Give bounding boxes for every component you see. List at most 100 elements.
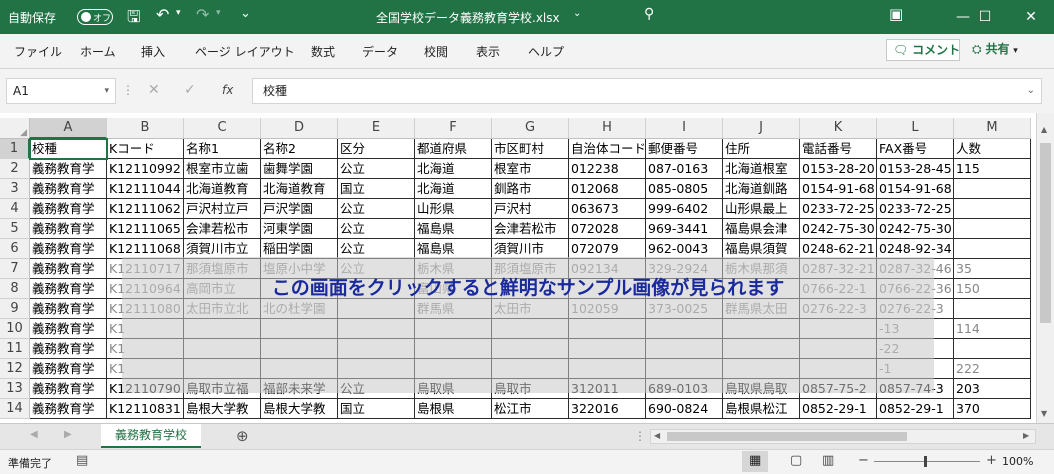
cell[interactable]: 戸沢村立戸 [184, 199, 261, 219]
row-header[interactable]: 12 [0, 359, 30, 379]
cell[interactable]: 義務教育学 [30, 299, 107, 319]
column-header[interactable]: D [261, 118, 338, 139]
cell[interactable]: 電話番号 [800, 139, 877, 159]
page-layout-view-icon[interactable]: ▢ [790, 453, 802, 468]
cell[interactable]: 義務教育学 [30, 399, 107, 419]
cell[interactable]: 115 [954, 159, 1031, 179]
cell[interactable]: 福島県会津 [723, 219, 800, 239]
cell[interactable]: 0153-28-20 [800, 159, 877, 179]
column-header[interactable]: A [30, 118, 107, 139]
cell[interactable]: 0153-28-45 [877, 159, 954, 179]
save-icon[interactable]: 🖫 [127, 6, 141, 33]
tab-formulas[interactable]: 数式 [311, 43, 335, 60]
cell[interactable]: 0248-92-34 [877, 239, 954, 259]
cell[interactable]: 322016 [569, 399, 646, 419]
comment-button[interactable]: 🗨 コメント [886, 39, 960, 61]
column-header[interactable]: F [415, 118, 492, 139]
cell[interactable]: 222 [954, 359, 1031, 379]
tab-insert[interactable]: 挿入 [141, 43, 165, 60]
row-header[interactable]: 13 [0, 379, 30, 399]
cell[interactable]: 島根県 [415, 399, 492, 419]
select-all-corner[interactable]: ◢ [0, 118, 30, 139]
cell[interactable]: 都道府県 [415, 139, 492, 159]
cell[interactable]: K12111068 [107, 239, 184, 259]
cell[interactable] [954, 339, 1031, 359]
cell[interactable]: 203 [954, 379, 1031, 399]
cell[interactable]: 名称2 [261, 139, 338, 159]
close-button[interactable]: ✕ [1008, 0, 1054, 34]
column-header[interactable]: I [646, 118, 723, 139]
column-header[interactable]: B [107, 118, 184, 139]
cell[interactable]: 名称1 [184, 139, 261, 159]
cell[interactable]: 福島県 [415, 239, 492, 259]
scroll-down-icon[interactable]: ▼ [1041, 409, 1047, 418]
cell[interactable]: 公立 [338, 239, 415, 259]
cell[interactable]: 999-6402 [646, 199, 723, 219]
formula-input[interactable]: 校種 ⌄ [252, 78, 1042, 104]
overlay-message[interactable]: この画面をクリックすると鮮明なサンプル画像が見られます [122, 273, 934, 300]
vertical-scroll-thumb[interactable] [1040, 143, 1051, 323]
cell[interactable]: 012068 [569, 179, 646, 199]
cell[interactable]: 北海道教育 [184, 179, 261, 199]
cell[interactable]: 釧路市 [492, 179, 569, 199]
cell[interactable]: 012238 [569, 159, 646, 179]
cell[interactable]: 072079 [569, 239, 646, 259]
tab-data[interactable]: データ [362, 43, 398, 60]
search-icon[interactable]: ⚲ [644, 6, 654, 22]
column-header[interactable]: C [184, 118, 261, 139]
row-header[interactable]: 4 [0, 199, 30, 219]
cell[interactable]: K12111062 [107, 199, 184, 219]
cell[interactable]: 須賀川市 [492, 239, 569, 259]
next-sheet-icon[interactable]: ▶ [64, 429, 72, 440]
cell[interactable]: 063673 [569, 199, 646, 219]
cell[interactable]: 根室市立歯 [184, 159, 261, 179]
column-header[interactable]: H [569, 118, 646, 139]
expand-formula-icon[interactable]: ⌄ [1027, 79, 1035, 103]
tab-home[interactable]: ホーム [80, 43, 116, 60]
cell[interactable]: 公立 [338, 159, 415, 179]
cell[interactable] [954, 299, 1031, 319]
cell[interactable]: 松江市 [492, 399, 569, 419]
column-header[interactable]: G [492, 118, 569, 139]
cell[interactable]: 島根大学教 [261, 399, 338, 419]
cell[interactable]: 義務教育学 [30, 219, 107, 239]
scroll-right-icon[interactable]: ▶ [1023, 431, 1029, 440]
cell[interactable]: 義務教育学 [30, 259, 107, 279]
cell[interactable]: 085-0805 [646, 179, 723, 199]
cell[interactable]: 福島県須賀 [723, 239, 800, 259]
cell[interactable]: K12111044 [107, 179, 184, 199]
scroll-left-icon[interactable]: ◀ [654, 431, 660, 440]
zoom-slider-track[interactable] [874, 461, 980, 462]
cell[interactable]: 0242-75-30 [800, 219, 877, 239]
customize-toolbar-icon[interactable]: ⌄ [240, 6, 251, 21]
cell[interactable]: 969-3441 [646, 219, 723, 239]
prev-sheet-icon[interactable]: ◀ [30, 429, 38, 440]
cell[interactable] [954, 179, 1031, 199]
cell[interactable]: 山形県最上 [723, 199, 800, 219]
cell[interactable]: K12110992 [107, 159, 184, 179]
cell[interactable]: 義務教育学 [30, 239, 107, 259]
cell[interactable]: 戸沢学園 [261, 199, 338, 219]
cell[interactable]: 区分 [338, 139, 415, 159]
cancel-icon[interactable]: ✕ [148, 78, 160, 102]
undo-dropdown-icon[interactable]: ▾ [176, 8, 181, 18]
scroll-up-icon[interactable]: ▲ [1041, 125, 1047, 134]
add-sheet-button[interactable]: ⊕ [236, 427, 249, 445]
cell[interactable]: 義務教育学 [30, 359, 107, 379]
cell[interactable]: 会津若松市 [184, 219, 261, 239]
row-header[interactable]: 5 [0, 219, 30, 239]
cell[interactable]: 戸沢村 [492, 199, 569, 219]
cell[interactable]: 0248-62-21 [800, 239, 877, 259]
autosave-toggle[interactable]: オフ [77, 9, 113, 25]
tab-file[interactable]: ファイル [14, 43, 62, 60]
sample-image-overlay[interactable]: この画面をクリックすると鮮明なサンプル画像が見られます [122, 257, 934, 393]
row-header[interactable]: 3 [0, 179, 30, 199]
row-header[interactable]: 8 [0, 279, 30, 299]
cell[interactable]: 福島県 [415, 219, 492, 239]
cell[interactable]: 市区町村 [492, 139, 569, 159]
normal-view-button[interactable]: ▦ [742, 451, 768, 472]
cell[interactable]: FAX番号 [877, 139, 954, 159]
cell[interactable]: 国立 [338, 399, 415, 419]
ribbon-display-icon[interactable]: ▣ [889, 5, 903, 23]
cell[interactable]: 北海道根室 [723, 159, 800, 179]
